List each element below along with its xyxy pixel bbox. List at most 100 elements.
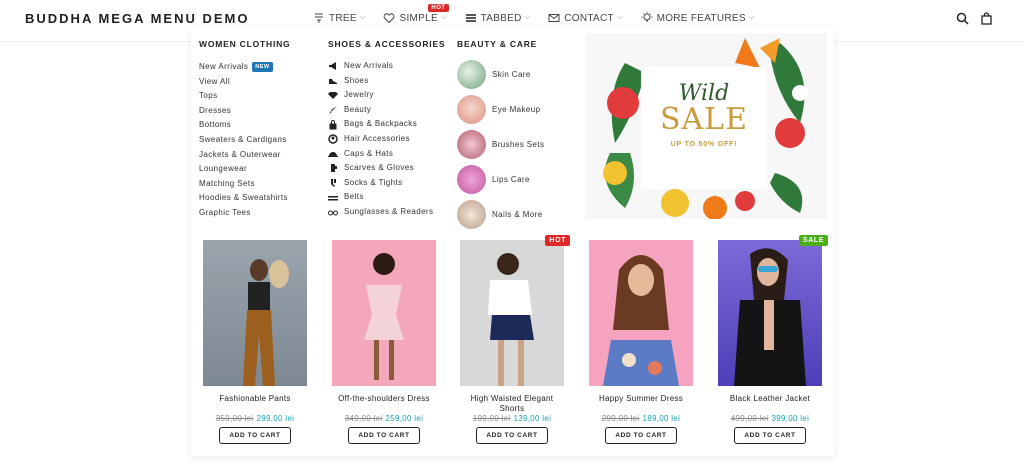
shoes-item[interactable]: Bags & Backpacks bbox=[328, 117, 433, 132]
product-image[interactable] bbox=[589, 240, 693, 386]
beauty-item[interactable]: Brushes Sets bbox=[457, 130, 544, 159]
product-image[interactable]: SALE bbox=[718, 235, 828, 386]
mega-menu-panel: WOMEN CLOTHING New Arrivals NEW View All … bbox=[191, 27, 834, 456]
sale-badge: SALE bbox=[798, 235, 828, 246]
brand-logo[interactable]: BUDDHA MEGA MENU DEMO bbox=[25, 11, 249, 26]
shoes-column-title: SHOES & ACCESSORIES bbox=[328, 39, 446, 49]
old-price: 199,00 lei bbox=[472, 414, 511, 423]
beauty-item[interactable]: Skin Care bbox=[457, 60, 531, 89]
shoes-item[interactable]: Socks & Tights bbox=[328, 176, 433, 191]
beauty-item[interactable]: Nails & More bbox=[457, 200, 543, 229]
beauty-item[interactable]: Lips Care bbox=[457, 165, 530, 194]
sale-banner[interactable]: Wild SALE UP TO 50% OFF! bbox=[585, 33, 827, 219]
women-item[interactable]: New Arrivals NEW bbox=[199, 60, 288, 75]
mitten-icon bbox=[328, 163, 338, 173]
old-price: 349,00 lei bbox=[344, 414, 383, 423]
beauty-item-label: Brushes Sets bbox=[492, 140, 545, 149]
women-item[interactable]: Matching Sets bbox=[199, 177, 288, 192]
add-to-cart-button[interactable]: ADD TO CART bbox=[348, 427, 420, 444]
add-to-cart-button[interactable]: ADD TO CART bbox=[605, 427, 677, 444]
tabs-icon bbox=[465, 12, 477, 24]
women-item[interactable]: Hoodies & Sweatshirts bbox=[199, 191, 288, 206]
women-item[interactable]: View All bbox=[199, 75, 288, 90]
add-to-cart-button[interactable]: ADD TO CART bbox=[219, 427, 291, 444]
new-badge: NEW bbox=[252, 62, 273, 73]
new-price: 259,00 lei bbox=[385, 414, 424, 423]
shoes-item[interactable]: Beauty bbox=[328, 103, 433, 118]
product-card[interactable]: SALE Black Leather Jacket 499,00 lei 399,… bbox=[718, 235, 828, 444]
shoes-item[interactable]: New Arrivals bbox=[328, 59, 433, 74]
shoes-item[interactable]: Belts bbox=[328, 190, 433, 205]
product-name[interactable]: Fashionable Pants bbox=[203, 394, 307, 414]
nav-tree[interactable]: TREE ⌵ bbox=[313, 12, 365, 24]
women-item[interactable]: Graphic Tees bbox=[199, 206, 288, 221]
product-card[interactable]: Off-the-shoulders Dress 349,00 lei 259,00… bbox=[332, 240, 436, 444]
product-image[interactable] bbox=[203, 240, 307, 386]
nav-more-features-label: MORE FEATURES bbox=[656, 12, 746, 24]
shoes-list: New Arrivals Shoes Jewelry Beauty Bags &… bbox=[328, 59, 433, 220]
gem-icon bbox=[328, 90, 338, 100]
bag-icon bbox=[328, 119, 338, 130]
belt-icon bbox=[328, 193, 338, 203]
shoes-item[interactable]: Shoes bbox=[328, 74, 433, 89]
shoes-item-label: New Arrivals bbox=[344, 61, 394, 70]
tree-icon bbox=[313, 12, 325, 24]
beauty-item[interactable]: Eye Makeup bbox=[457, 95, 540, 124]
product-name[interactable]: High Waisted Elegant Shorts bbox=[460, 394, 564, 414]
chevron-down-icon: ⌵ bbox=[440, 14, 447, 21]
product-card[interactable]: HOT High Waisted Elegant Shorts 199,00 l… bbox=[460, 235, 570, 444]
nav-more-features[interactable]: MORE FEATURES ⌵ bbox=[641, 12, 755, 24]
product-image[interactable]: HOT bbox=[460, 235, 570, 386]
glasses-icon bbox=[328, 207, 338, 217]
shoes-item-label: Scarves & Gloves bbox=[344, 163, 414, 173]
product-card[interactable]: Happy Summer Dress 299,00 lei 189,00 lei … bbox=[589, 240, 693, 444]
add-to-cart-button[interactable]: ADD TO CART bbox=[476, 427, 548, 444]
women-item[interactable]: Loungewear bbox=[199, 162, 288, 177]
nav-tabbed[interactable]: TABBED ⌵ bbox=[465, 12, 531, 24]
shoes-item[interactable]: Caps & Hats bbox=[328, 147, 433, 162]
new-price: 189,00 lei bbox=[642, 414, 681, 423]
product-name[interactable]: Off-the-shoulders Dress bbox=[332, 394, 436, 414]
nav-tabbed-label: TABBED bbox=[480, 12, 522, 24]
product-image[interactable] bbox=[332, 240, 436, 386]
new-price: 139,00 lei bbox=[513, 414, 552, 423]
sale-card: Wild SALE UP TO 50% OFF! bbox=[641, 67, 767, 189]
nav-contact-label: CONTACT bbox=[564, 12, 614, 24]
add-to-cart-button[interactable]: ADD TO CART bbox=[734, 427, 806, 444]
women-item[interactable]: Dresses bbox=[199, 104, 288, 119]
nav-simple[interactable]: SIMPLE ⌵ HOT bbox=[383, 4, 449, 24]
shoes-item[interactable]: Sunglasses & Readers bbox=[328, 205, 433, 220]
new-price: 399,00 lei bbox=[771, 414, 810, 423]
product-price: 499,00 lei 399,00 lei bbox=[718, 414, 822, 423]
shoes-item-label: Jewelry bbox=[344, 90, 374, 100]
cart-icon[interactable] bbox=[980, 12, 994, 26]
socks-icon bbox=[328, 178, 338, 188]
women-item[interactable]: Sweaters & Cardigans bbox=[199, 133, 288, 148]
shoes-item[interactable]: Hair Accessories bbox=[328, 132, 433, 147]
hot-badge: HOT bbox=[428, 4, 449, 12]
lips-care-thumbnail bbox=[457, 165, 486, 194]
product-name[interactable]: Black Leather Jacket bbox=[718, 394, 822, 414]
model-silhouette bbox=[603, 255, 679, 386]
bulb-icon bbox=[641, 12, 653, 24]
women-item[interactable]: Tops bbox=[199, 89, 288, 104]
eye-makeup-thumbnail bbox=[457, 95, 486, 124]
model-silhouette bbox=[364, 253, 404, 380]
shoes-item-label: Bags & Backpacks bbox=[344, 119, 418, 129]
chevron-down-icon: ⌵ bbox=[359, 14, 366, 21]
shoes-item[interactable]: Scarves & Gloves bbox=[328, 161, 433, 176]
women-item[interactable]: Bottoms bbox=[199, 118, 288, 133]
mail-icon bbox=[548, 12, 560, 24]
women-item[interactable]: Jackets & Outerwear bbox=[199, 148, 288, 163]
shoes-item[interactable]: Jewelry bbox=[328, 88, 433, 103]
product-name[interactable]: Happy Summer Dress bbox=[589, 394, 693, 414]
product-card[interactable]: Fashionable Pants 359,00 lei 299,00 lei A… bbox=[203, 240, 307, 444]
nav-contact[interactable]: CONTACT ⌵ bbox=[548, 12, 622, 24]
shoes-item-label: Hair Accessories bbox=[344, 133, 410, 143]
shoes-item-label: Socks & Tights bbox=[344, 177, 403, 187]
megaphone-icon bbox=[328, 61, 338, 71]
brush-icon bbox=[328, 105, 338, 115]
model-silhouette bbox=[734, 248, 806, 386]
banner-discount-text: UP TO 50% OFF! bbox=[670, 141, 738, 148]
search-icon[interactable] bbox=[956, 12, 970, 26]
